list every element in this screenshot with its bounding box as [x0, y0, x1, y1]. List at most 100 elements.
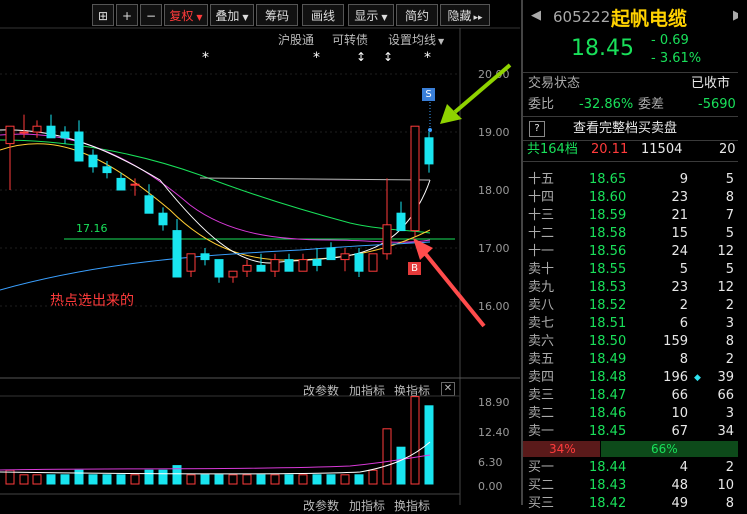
full-book-button[interactable]: ? 查看完整档买卖盘 — [523, 120, 747, 138]
candle-body — [298, 259, 308, 272]
sell-level-row[interactable]: 卖三 18.47 66 66 — [523, 387, 747, 405]
sell-level-row[interactable]: 卖一 18.45 67 34 — [523, 423, 747, 441]
sell-level-row[interactable]: 卖八 18.52 2 2 — [523, 297, 747, 315]
level-volume: 196 — [663, 370, 688, 385]
candle-body — [116, 177, 126, 191]
zoom-in-button[interactable]: + — [116, 4, 138, 26]
level-price: 18.48 — [589, 370, 627, 385]
volume-bar — [354, 474, 364, 485]
candle-body — [256, 264, 266, 272]
event-updown-marker[interactable]: ↕ — [356, 50, 366, 64]
grid-icon[interactable]: ⊞ — [92, 4, 114, 26]
volume-ma-line — [0, 441, 431, 475]
level-volume: 5 — [679, 262, 688, 277]
quote-panel: ◀ 605222 起帆电缆 ▶ 18.45 - 0.69 - 3.61% 交易状… — [521, 0, 747, 511]
candle-body — [5, 125, 15, 145]
sell-level-row[interactable]: 卖二 18.46 10 3 — [523, 405, 747, 423]
buy-level-row[interactable]: 买一 18.44 4 2 — [523, 459, 747, 477]
sell-level-row[interactable]: 卖四 18.48 196 39 ◆ — [523, 369, 747, 387]
level-count: 10 — [717, 478, 734, 493]
sell-level-row[interactable]: 卖六 18.50 159 8 — [523, 333, 747, 351]
kline-chart-area[interactable]: ⊞ + − 复权 ▼ 叠加 ▼ 筹码 画线 显示 ▼ 简约 隐藏 ▸▸ 沪股通 可转债 … — [0, 0, 520, 513]
fuquan-dropdown[interactable]: 复权 ▼ — [164, 4, 208, 26]
hugutong-link[interactable]: 沪股通 — [278, 31, 314, 48]
level-label: 卖三 — [528, 388, 555, 403]
level-volume: 159 — [663, 334, 688, 349]
switch-indicator-button[interactable]: 换指标 — [394, 382, 430, 399]
sell-level-row[interactable]: 十五 18.65 9 5 — [523, 171, 747, 189]
volume-bar — [116, 474, 126, 485]
level-label: 买二 — [528, 478, 555, 493]
volume-bar — [424, 405, 434, 485]
huaxian-button[interactable]: 画线 — [302, 4, 344, 26]
prev-stock-icon[interactable]: ◀ — [531, 8, 541, 23]
level-volume: 15 — [671, 226, 688, 241]
add-indicator-button[interactable]: 加指标 — [349, 382, 385, 399]
sell-level-row[interactable]: 卖十 18.55 5 5 — [523, 261, 747, 279]
change-dot-icon: ◆ — [694, 373, 701, 383]
candle-body — [19, 131, 29, 134]
zoom-out-button[interactable]: − — [140, 4, 162, 26]
sell-level-row[interactable]: 十四 18.60 23 8 — [523, 189, 747, 207]
level-count: 39 — [717, 370, 734, 385]
volume-axis-label: 0.00 — [478, 480, 503, 493]
level-price: 18.46 — [589, 406, 627, 421]
event-star-marker[interactable]: * — [313, 50, 320, 66]
sell-level-row[interactable]: 卖五 18.49 8 2 — [523, 351, 747, 369]
event-star-marker[interactable]: * — [202, 50, 209, 66]
candle-body — [410, 125, 420, 232]
ask-ratio-text: 66% — [651, 442, 678, 456]
level-price: 18.53 — [589, 280, 627, 295]
candle-body — [130, 183, 140, 186]
sell-level-row[interactable]: 十三 18.59 21 7 — [523, 207, 747, 225]
ma-settings-dropdown[interactable]: 设置均线 ▼ — [388, 31, 444, 48]
sell-level-row[interactable]: 十二 18.58 15 5 — [523, 225, 747, 243]
volume-bar — [46, 474, 56, 485]
level-volume: 4 — [679, 460, 688, 475]
level-label: 买一 — [528, 460, 555, 475]
price-axis-label: 19.00 — [478, 126, 510, 139]
volume-axis-label: 18.90 — [478, 396, 510, 409]
level-price: 18.51 — [589, 316, 627, 331]
level-volume: 2 — [679, 298, 688, 313]
volume-axis-label: 12.40 — [478, 426, 510, 439]
weibi-value: -32.86% — [579, 97, 634, 112]
sell-signal-badge[interactable]: S — [422, 88, 435, 101]
event-star-marker[interactable]: * — [424, 50, 431, 66]
total-count: 20 — [719, 142, 736, 157]
level-label: 卖九 — [528, 280, 555, 295]
chouma-button[interactable]: 筹码 — [256, 4, 298, 26]
add-indicator-button[interactable]: 加指标 — [349, 497, 385, 514]
level-count: 5 — [725, 226, 734, 241]
yincang-label: 隐藏 — [447, 9, 472, 23]
xianshi-dropdown[interactable]: 显示 ▼ — [348, 4, 394, 26]
candle-body — [60, 131, 70, 139]
sell-level-row[interactable]: 十一 18.56 24 12 — [523, 243, 747, 261]
volume-bar — [172, 465, 182, 485]
yincang-button[interactable]: 隐藏 ▸▸ — [440, 4, 490, 26]
red-arrow — [413, 238, 486, 328]
candle-body — [200, 253, 210, 261]
sell-level-row[interactable]: 卖九 18.53 23 12 — [523, 279, 747, 297]
change-params-button[interactable]: 改参数 — [303, 382, 339, 399]
candle-body — [158, 212, 168, 226]
close-icon[interactable]: ✕ — [441, 382, 455, 396]
jianyue-button[interactable]: 简约 — [396, 4, 438, 26]
volume-bar — [312, 474, 322, 485]
volume-bar — [242, 474, 252, 485]
buy-signal-badge[interactable]: B — [408, 262, 421, 275]
volume-bar — [186, 474, 196, 485]
sell-level-row[interactable]: 卖七 18.51 6 3 — [523, 315, 747, 333]
change-params-button[interactable]: 改参数 — [303, 497, 339, 514]
level-volume: 8 — [679, 352, 688, 367]
switch-indicator-button[interactable]: 换指标 — [394, 497, 430, 514]
event-updown-marker[interactable]: ↕ — [383, 50, 393, 64]
volume-bar — [228, 474, 238, 485]
buy-level-row[interactable]: 买二 18.43 48 10 — [523, 477, 747, 495]
buy-level-row[interactable]: 买三 18.42 49 8 — [523, 495, 747, 513]
level-price: 18.56 — [589, 244, 627, 259]
level-count: 12 — [717, 244, 734, 259]
diejia-dropdown[interactable]: 叠加 ▼ — [210, 4, 254, 26]
level-volume: 6 — [679, 316, 688, 331]
kezhuanzhai-link[interactable]: 可转债 — [332, 31, 368, 48]
